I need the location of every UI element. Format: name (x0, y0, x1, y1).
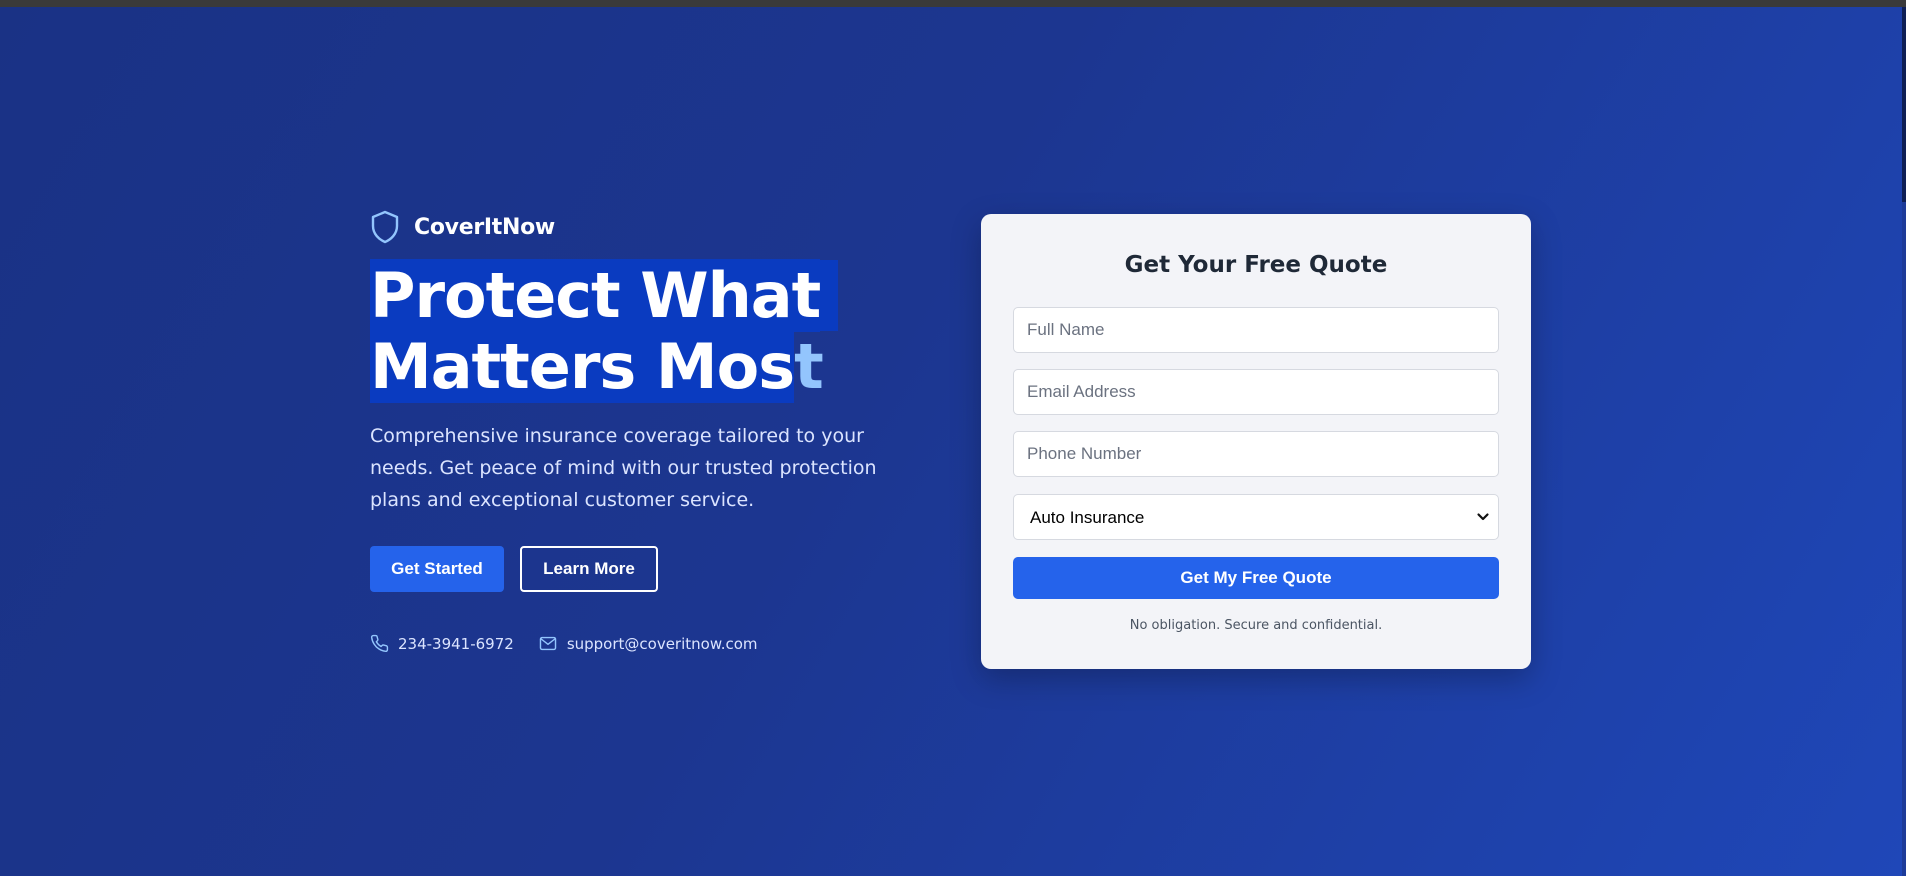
hero-section: CoverItNow Protect What Matters Most Com… (370, 210, 930, 653)
insurance-type-value: Auto Insurance (1030, 508, 1145, 527)
headline-line-2-text: Matters Mos (370, 330, 795, 403)
get-quote-button[interactable]: Get My Free Quote (1013, 557, 1499, 599)
chevron-down-icon (1477, 513, 1489, 521)
headline-line-2-tail: t (794, 330, 824, 403)
email-input[interactable] (1013, 369, 1499, 415)
quote-form-title: Get Your Free Quote (1124, 252, 1388, 278)
window-top-bar (0, 0, 1906, 7)
selection-highlight (820, 260, 839, 331)
form-note: No obligation. Secure and confidential. (1129, 618, 1383, 633)
full-name-input[interactable] (1013, 307, 1499, 353)
contact-email[interactable]: support@coveritnow.com (538, 634, 758, 653)
headline-line-2: Matters Most (370, 330, 930, 403)
hero-actions: Get Started Learn More (370, 546, 930, 592)
brand-name: CoverItNow (414, 214, 555, 240)
get-started-button[interactable]: Get Started (370, 546, 504, 592)
quote-form-card: Get Your Free Quote Auto Insurance Get M… (981, 214, 1531, 669)
contact-info: 234-3941-6972 support@coveritnow.com (370, 634, 930, 653)
email-address: support@coveritnow.com (566, 634, 758, 653)
shield-icon (370, 210, 402, 244)
hero-subtitle: Comprehensive insurance coverage tailore… (370, 425, 877, 511)
headline-line-1: Protect What (370, 259, 930, 332)
learn-more-button[interactable]: Learn More (520, 546, 658, 592)
scrollbar-thumb[interactable] (1902, 7, 1906, 202)
phone-icon (370, 634, 389, 653)
phone-number: 234-3941-6972 (398, 634, 514, 653)
mail-icon (539, 636, 557, 651)
contact-phone[interactable]: 234-3941-6972 (370, 634, 514, 653)
brand[interactable]: CoverItNow (370, 210, 930, 244)
hero-headline: Protect What Matters Most (370, 259, 930, 403)
headline-line-1-text: Protect What (370, 259, 821, 332)
insurance-type-select[interactable]: Auto Insurance (1013, 494, 1499, 540)
phone-input[interactable] (1013, 431, 1499, 477)
page-background (0, 7, 1906, 876)
